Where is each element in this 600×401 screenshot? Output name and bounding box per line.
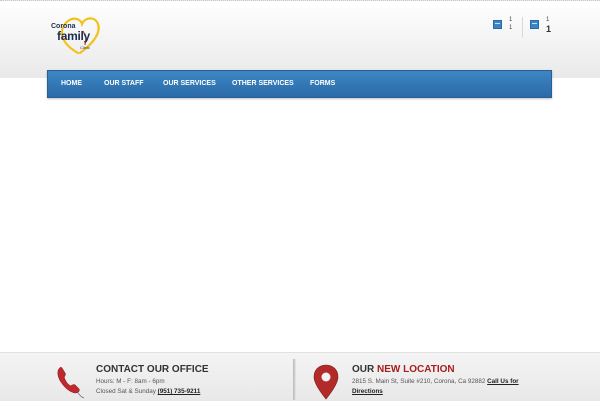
map-pin-icon [313,364,339,400]
phone-icon [57,366,85,399]
contact-phone-link[interactable]: (951) 735-9211 [158,388,201,395]
location-title-prefix: OUR [352,364,375,375]
location-address: 2815 S. Main St, Suite #210, Corona, Ca … [352,378,486,385]
footer-divider [293,359,296,400]
location-title-highlight: NEW LOCATION [377,364,455,375]
location-address-line: 2815 S. Main St, Suite #210, Corona, Ca … [352,378,519,385]
logo-main-text: family [57,29,90,43]
site-footer [0,352,600,401]
nav-our-staff[interactable]: OUR STAFF [104,71,144,97]
nav-other-services[interactable]: OTHER SERVICES [232,71,294,97]
contact-hours: Hours: M - F: 8am - 6pm [96,378,165,385]
contact-closed: Closed Sat & Sunday [96,388,156,395]
nav-our-services[interactable]: OUR SERVICES [163,71,216,97]
location-title: OUR NEW LOCATION [352,364,455,375]
directions-link-1[interactable]: Call Us for [487,378,519,385]
nav-home[interactable]: HOME [61,71,82,97]
directions-link-2[interactable]: Directions [352,388,383,395]
clinic-logo[interactable]: Corona family Clinic [50,15,102,55]
location-directions-line: Directions [352,388,383,395]
counter-1-line2: 1 [509,25,513,31]
counter-2-line1: 1 [546,17,550,23]
counter-1-line1: 1 [509,17,513,23]
contact-closed-line: Closed Sat & Sunday (951) 735-9211 [96,388,200,395]
nav-forms[interactable]: FORMS [310,71,335,97]
main-nav: HOME OUR STAFF OUR SERVICES OTHER SERVIC… [47,70,552,98]
header-divider [522,17,523,37]
site-header: Corona family Clinic 1 1 1 1 [0,0,600,78]
contact-title: CONTACT OUR OFFICE [96,364,209,375]
calendar-icon [493,20,502,29]
calendar-icon [530,20,539,29]
counter-2-line2: 1 [546,24,552,34]
logo-sub-text: Clinic [80,45,90,50]
